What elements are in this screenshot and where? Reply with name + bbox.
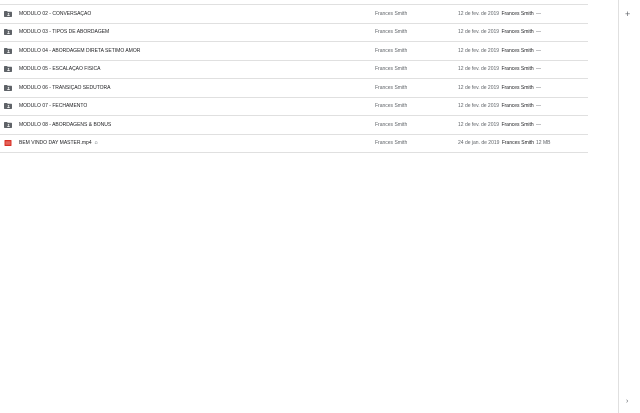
modified-by: Frances Smith [501,10,534,17]
file-owner: Frances Smith [375,66,408,73]
side-panel [618,0,640,413]
file-row[interactable]: MODULO 06 - TRANSIÇAO SEDUTORA Frances Sm… [0,79,588,98]
modified-by: Frances Smith [501,47,534,54]
modified-date: 12 de fev. de 2019 [458,66,500,73]
file-name: MODULO 06 - TRANSIÇAO SEDUTORA [19,85,111,91]
file-modified: 12 de fev. de 2019 Frances Smith [458,48,534,54]
main-content: MODULO 02 - CONVERSAÇAO Frances Smith 12 d… [0,0,588,413]
file-modified: 24 de jan. de 2019 Frances Smith [458,140,534,146]
modified-date: 12 de fev. de 2019 [458,103,500,110]
modified-date: 24 de jan. de 2019 [458,140,500,147]
shared-folder-icon [4,121,12,128]
file-modified: 12 de fev. de 2019 Frances Smith [458,85,534,91]
file-owner: Frances Smith [375,140,408,147]
shared-folder-icon [4,103,12,110]
file-name-text: MODULO 02 - CONVERSAÇAO [19,10,92,17]
modified-date: 12 de fev. de 2019 [458,47,500,54]
file-name-text: BEM VINDO DAY MASTER.mp4 [19,140,92,147]
file-name: MODULO 03 - TIPOS DE ABORDAGEM [19,29,109,35]
file-owner: Frances Smith [375,103,408,110]
file-row[interactable]: MODULO 03 - TIPOS DE ABORDAGEM Frances Sm… [0,24,588,42]
file-name-text: MODULO 04 - ABORDAGEM DIRETA SETIMO AMOR [19,47,141,54]
modified-by: Frances Smith [501,121,534,128]
file-modified: 12 de fev. de 2019 Frances Smith [458,11,534,17]
file-name: BEM VINDO DAY MASTER.mp4 ꭥ [19,140,98,146]
file-list: MODULO 02 - CONVERSAÇAO Frances Smith 12 d… [0,4,588,153]
file-owner: Frances Smith [375,29,408,36]
file-name: MODULO 02 - CONVERSAÇAO [19,11,91,17]
file-row[interactable]: BEM VINDO DAY MASTER.mp4 ꭥ Frances Smith 24… [0,135,588,153]
file-row[interactable]: MODULO 02 - CONVERSAÇAO Frances Smith 12 d… [0,5,588,24]
file-name: MODULO 07 - FECHAMENTO [19,103,87,109]
file-name-text: MODULO 03 - TIPOS DE ABORDAGEM [19,29,110,36]
modified-by: Frances Smith [501,140,535,147]
file-name: MODULO 08 - ABORDAGENS & BONUS [19,122,111,128]
file-size: — [536,103,541,110]
file-size: — [536,10,541,17]
file-name-text: MODULO 07 - FECHAMENTO [19,103,88,110]
file-name-text: MODULO 06 - TRANSIÇAO SEDUTORA [19,84,111,91]
file-size: — [536,84,541,91]
file-modified: 12 de fev. de 2019 Frances Smith [458,103,534,109]
modified-date: 12 de fev. de 2019 [458,121,500,128]
file-row[interactable]: MODULO 05 - ESCALAÇAO FISICA Frances Smit… [0,61,588,79]
shared-folder-icon [4,10,12,17]
shared-people-icon: ꭥ [94,140,98,147]
file-name: MODULO 04 - ABORDAGEM DIRETA SETIMO AMOR [19,48,140,54]
file-name: MODULO 05 - ESCALAÇAO FISICA [19,66,100,72]
file-owner: Frances Smith [375,121,408,128]
file-modified: 12 de fev. de 2019 Frances Smith [458,122,534,128]
modified-by: Frances Smith [501,66,534,73]
video-file-icon [4,140,12,147]
file-row[interactable]: MODULO 04 - ABORDAGEM DIRETA SETIMO AMOR… [0,42,588,61]
file-size: — [536,121,541,128]
modified-date: 12 de fev. de 2019 [458,10,500,17]
modified-by: Frances Smith [501,103,534,110]
expand-panel-icon[interactable]: › [626,398,628,405]
file-row[interactable]: MODULO 08 - ABORDAGENS & BONUS Frances Sm… [0,116,588,135]
file-name-text: MODULO 05 - ESCALAÇAO FISICA [19,66,101,73]
file-name-text: MODULO 08 - ABORDAGENS & BONUS [19,121,112,128]
file-modified: 12 de fev. de 2019 Frances Smith [458,66,534,72]
file-size: — [536,47,541,54]
add-addon-button[interactable]: + [625,10,630,19]
shared-folder-icon [4,66,12,73]
file-owner: Frances Smith [375,47,408,54]
file-row[interactable]: MODULO 07 - FECHAMENTO Frances Smith 12 de… [0,98,588,116]
modified-by: Frances Smith [501,84,534,91]
modified-by: Frances Smith [501,29,534,36]
file-owner: Frances Smith [375,84,408,91]
file-owner: Frances Smith [375,10,408,17]
shared-folder-icon [4,47,12,54]
modified-date: 12 de fev. de 2019 [458,29,500,36]
file-size: 12 MB [536,140,551,147]
file-size: — [536,29,541,36]
file-size: — [536,66,541,73]
shared-folder-icon [4,84,12,91]
shared-folder-icon [4,29,12,36]
file-modified: 12 de fev. de 2019 Frances Smith [458,29,534,35]
modified-date: 12 de fev. de 2019 [458,84,500,91]
